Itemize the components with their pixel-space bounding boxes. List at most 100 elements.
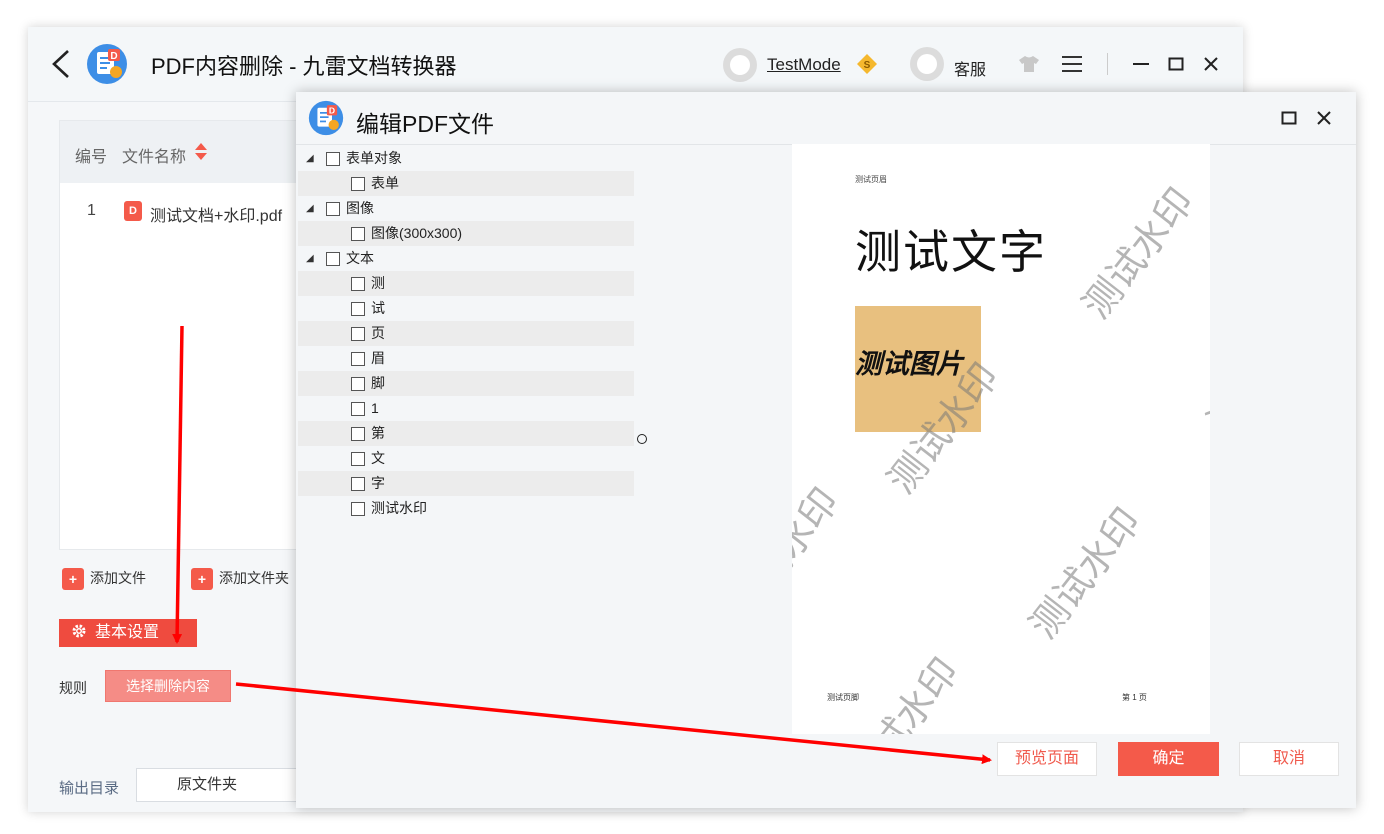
dialog-close-icon[interactable] [1311, 105, 1337, 131]
edit-pdf-dialog: D 编辑PDF文件 ◢ 表单对象 表单 ◢ 图像 图像(300x300) ◢ 文本测试页眉脚 1… [296, 92, 1356, 808]
header-number: 编号 [75, 149, 108, 166]
content-tree: ◢ 表单对象表单 ◢ 图像图像(300x300) ◢ 文本测试页眉脚 1 第文字测试水印 [298, 146, 634, 526]
watermark-text: 测试水印 [792, 479, 848, 627]
customer-service-label[interactable]: 客服 [954, 56, 986, 80]
tree-label: 文 [371, 450, 385, 466]
add-file-label: 添加文件 [90, 570, 146, 586]
preview-big-text: 测试文字 [855, 225, 1047, 279]
tree-item[interactable]: 第 [298, 421, 634, 446]
tree-label: 第 [371, 425, 385, 441]
tree-item[interactable]: 页 [298, 321, 634, 346]
tree-item[interactable]: 测 [298, 271, 634, 296]
tree-checkbox[interactable] [351, 402, 365, 416]
gear-icon [71, 619, 87, 647]
tree-checkbox[interactable] [351, 477, 365, 491]
expand-triangle-icon[interactable]: ◢ [306, 196, 320, 221]
tree-label: 脚 [371, 375, 385, 391]
dialog-logo-icon: D [308, 100, 344, 136]
tree-group[interactable]: ◢ 表单对象 [298, 146, 634, 171]
preview-header-text: 测试页眉 [855, 175, 887, 184]
close-icon[interactable] [1198, 51, 1224, 77]
watermark-text: 测试水印 [1021, 499, 1150, 647]
tree-item[interactable]: 试 [298, 296, 634, 321]
tree-checkbox[interactable] [351, 327, 365, 341]
skin-shirt-icon[interactable] [1016, 51, 1042, 77]
tree-checkbox[interactable] [326, 152, 340, 166]
minimize-icon[interactable] [1128, 51, 1154, 77]
tree-checkbox[interactable] [326, 252, 340, 266]
expand-triangle-icon[interactable]: ◢ [306, 246, 320, 271]
cancel-button[interactable]: 取消 [1239, 742, 1339, 776]
add-file-button[interactable]: + 添加文件 [62, 568, 146, 592]
tree-item[interactable]: 表单 [298, 171, 634, 196]
tree-item[interactable]: 测试水印 [298, 496, 634, 521]
watermark-text: 测试水印 [1199, 294, 1210, 442]
tree-label: 文本 [346, 250, 374, 266]
tree-label: 页 [371, 325, 385, 341]
tree-group[interactable]: ◢ 文本 [298, 246, 634, 271]
preview-footer-left: 测试页脚 [827, 693, 859, 702]
user-avatar[interactable] [723, 48, 757, 82]
dialog-title-bar: D 编辑PDF文件 [296, 92, 1356, 145]
output-directory-label: 输出目录 [59, 780, 120, 797]
tree-item[interactable]: 1 [298, 396, 634, 421]
tree-label: 试 [371, 300, 385, 316]
svg-text:D: D [110, 51, 117, 62]
rule-label: 规则 [59, 680, 87, 696]
tree-label: 图像(300x300) [371, 225, 463, 241]
svg-text:S: S [864, 60, 871, 71]
tree-item[interactable]: 图像(300x300) [298, 221, 634, 246]
tree-label: 图像 [346, 200, 374, 216]
customer-service-icon[interactable] [910, 47, 944, 81]
pdf-file-icon: D [124, 201, 142, 221]
dialog-maximize-icon[interactable] [1276, 105, 1302, 131]
confirm-button[interactable]: 确定 [1118, 742, 1219, 776]
preview-page-button[interactable]: 预览页面 [997, 742, 1097, 776]
select-delete-content-button[interactable]: 选择删除内容 [105, 670, 231, 702]
row-file-name: 测试文档+水印.pdf [150, 208, 283, 225]
tree-item[interactable]: 眉 [298, 346, 634, 371]
expand-triangle-icon[interactable]: ◢ [306, 146, 320, 171]
tree-item[interactable]: 脚 [298, 371, 634, 396]
tree-group[interactable]: ◢ 图像 [298, 196, 634, 221]
output-directory-value: 原文件夹 [177, 776, 238, 793]
tree-label: 字 [371, 475, 385, 491]
tree-checkbox[interactable] [351, 277, 365, 291]
row-number: 1 [87, 202, 96, 219]
tree-checkbox[interactable] [326, 202, 340, 216]
tree-checkbox[interactable] [351, 502, 365, 516]
sort-icon[interactable] [194, 141, 208, 163]
preview-footer-right: 第 1 页 [1122, 693, 1147, 702]
app-logo-icon: D [86, 43, 128, 85]
basic-settings-header[interactable]: 基本设置 [59, 619, 197, 647]
tree-checkbox[interactable] [351, 302, 365, 316]
tree-label: 表单 [371, 175, 399, 191]
tree-label: 1 [371, 400, 379, 416]
tree-label: 测试水印 [371, 500, 427, 516]
splitter-handle[interactable] [637, 434, 647, 444]
back-arrow-icon[interactable] [50, 49, 74, 79]
add-folder-icon: + [191, 568, 213, 591]
tree-checkbox[interactable] [351, 452, 365, 466]
header-file-name[interactable]: 文件名称 [122, 143, 186, 167]
dialog-title: 编辑PDF文件 [356, 111, 494, 137]
add-folder-label: 添加文件夹 [219, 570, 289, 586]
tree-item[interactable]: 字 [298, 471, 634, 496]
tree-checkbox[interactable] [351, 352, 365, 366]
pdf-preview: 测试页眉 测试文字 测试图片 测试水印 测试水印 测试水印 测试水印 测试水印 … [792, 144, 1210, 734]
tree-label: 测 [371, 275, 385, 291]
vip-badge-icon[interactable]: S [856, 53, 878, 75]
tree-checkbox[interactable] [351, 377, 365, 391]
tree-item[interactable]: 文 [298, 446, 634, 471]
output-directory-select[interactable]: 原文件夹 [136, 768, 318, 802]
divider [1107, 53, 1108, 75]
left-panel: 编号 文件名称 1 D 测试文档+水印.pdf + 添加文件 + 添加文件夹 基本设… [28, 102, 341, 812]
add-folder-button[interactable]: + 添加文件夹 [191, 568, 289, 592]
menu-icon[interactable] [1059, 51, 1085, 77]
tree-checkbox[interactable] [351, 177, 365, 191]
watermark-text: 测试水印 [839, 649, 968, 734]
user-name-link[interactable]: TestMode [767, 55, 841, 75]
tree-checkbox[interactable] [351, 227, 365, 241]
tree-checkbox[interactable] [351, 427, 365, 441]
maximize-icon[interactable] [1163, 51, 1189, 77]
